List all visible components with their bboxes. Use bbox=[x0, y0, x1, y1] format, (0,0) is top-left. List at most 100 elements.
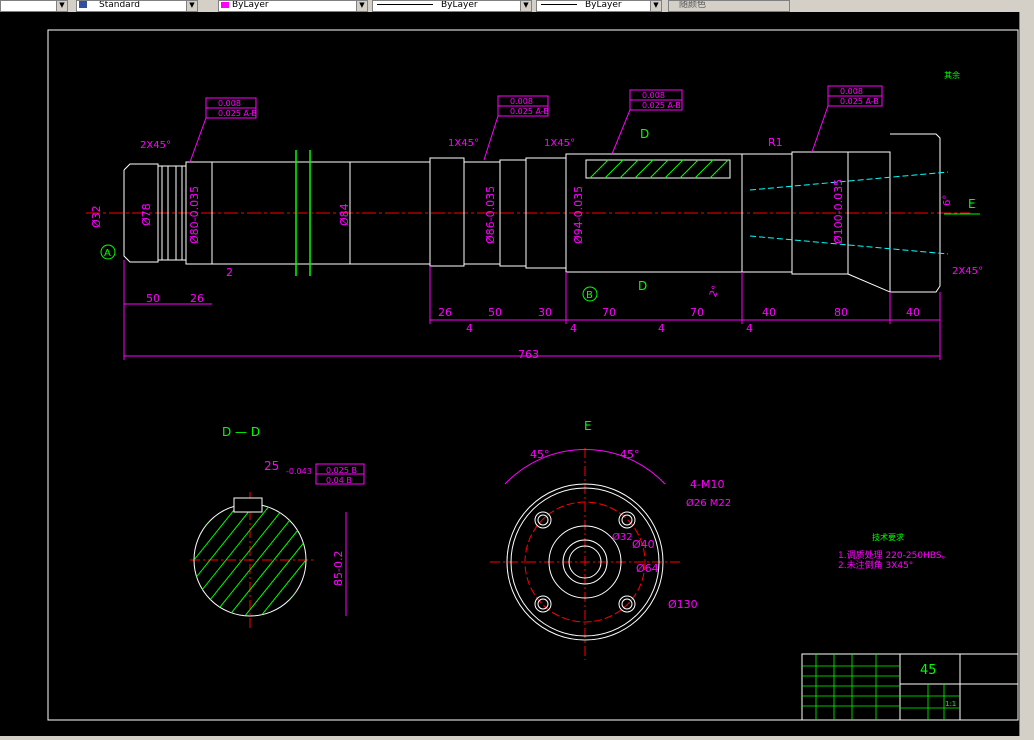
dim-80: 80 bbox=[834, 306, 848, 319]
dim-4c: 4 bbox=[658, 322, 665, 335]
dim-70a: 70 bbox=[602, 306, 616, 319]
dia-40-label: Ø40 bbox=[632, 538, 655, 551]
chevron-down-icon[interactable]: ▼ bbox=[520, 1, 531, 11]
section-title: D — D bbox=[222, 425, 260, 439]
thread-label: 4-M10 bbox=[690, 478, 724, 491]
status-bar bbox=[0, 736, 1034, 740]
dim-d80: Ø80-0.035 bbox=[188, 186, 201, 244]
key-depth: 85-0.2 bbox=[332, 551, 345, 586]
inner-border bbox=[47, 29, 1019, 721]
chamfer-label-1: 2X45° bbox=[140, 140, 171, 151]
chamfer-label-3: 1X45° bbox=[544, 138, 575, 149]
angle-45-right: 45° bbox=[620, 448, 640, 461]
key-tolerance: -0.043 bbox=[286, 467, 312, 476]
key-fcf-top: 0.025 B bbox=[326, 466, 357, 475]
dim-40b: 40 bbox=[906, 306, 920, 319]
fcf-group bbox=[189, 85, 883, 163]
textstyle-dropdown[interactable]: Standard ▼ bbox=[76, 0, 198, 12]
fcf3-top: 0.008 bbox=[642, 91, 665, 100]
chevron-down-icon[interactable]: ▼ bbox=[650, 1, 661, 11]
chamfer-label-4: 2X45° bbox=[952, 266, 983, 277]
radius-r1: R1 bbox=[768, 136, 783, 149]
plotstyle-value: 随颜色 bbox=[679, 0, 707, 10]
linetype-value: ByLayer bbox=[441, 0, 478, 10]
roughness-note: 其余 bbox=[944, 70, 960, 80]
dim-4a: 4 bbox=[466, 322, 473, 335]
horizontal-dimensions: 50 26 2 26 50 30 70 70 40 80 40 4 4 4 4 … bbox=[146, 266, 920, 361]
chevron-down-icon[interactable]: ▼ bbox=[356, 1, 367, 11]
dim-40a: 40 bbox=[762, 306, 776, 319]
view-e-marker: E bbox=[968, 197, 976, 211]
dim-30: 30 bbox=[538, 306, 552, 319]
layer-dropdown[interactable]: ByLayer ▼ bbox=[218, 0, 368, 12]
chevron-down-icon[interactable]: ▼ bbox=[56, 1, 67, 11]
horizontal-dimension-lines bbox=[123, 260, 941, 360]
section-dd-view bbox=[190, 492, 316, 630]
lineweight-sample-icon bbox=[541, 4, 577, 5]
linetype-dropdown[interactable]: ByLayer ▼ bbox=[372, 0, 532, 12]
dim-d78: Ø78 bbox=[140, 203, 153, 226]
datum-a-label: A bbox=[104, 248, 111, 259]
dim-763: 763 bbox=[518, 348, 539, 361]
key-width: 25 bbox=[264, 459, 279, 473]
dim-4d: 4 bbox=[746, 322, 753, 335]
fcf3-bottom: 0.025 A-B bbox=[642, 101, 681, 110]
drawing-border bbox=[47, 29, 1019, 721]
chevron-down-icon[interactable]: ▼ bbox=[186, 1, 197, 11]
fcf4-top: 0.008 bbox=[840, 87, 863, 96]
drawing-canvas[interactable]: Ø32 Ø78 Ø80-0.035 Ø84 Ø86-0.035 Ø94-0.03… bbox=[0, 12, 1034, 740]
section-d-bottom: D bbox=[638, 279, 647, 293]
section-d-top: D bbox=[640, 127, 649, 141]
cad-drawing: Ø32 Ø78 Ø80-0.035 Ø84 Ø86-0.035 Ø94-0.03… bbox=[47, 29, 1019, 721]
dim-26a: 26 bbox=[190, 292, 204, 305]
title-scale: 1:1 bbox=[945, 700, 956, 708]
vertical-scrollbar[interactable] bbox=[1019, 12, 1034, 736]
dim-50a: 50 bbox=[146, 292, 160, 305]
dim-26b: 26 bbox=[438, 306, 452, 319]
textstyle-value: Standard bbox=[99, 0, 140, 10]
plotstyle-dropdown[interactable]: 随颜色 bbox=[668, 0, 790, 12]
counterbore-label: Ø26 M22 bbox=[686, 497, 731, 509]
dim-4b: 4 bbox=[570, 322, 577, 335]
tech-line-1: 1.调质处理 220-250HBS。 bbox=[838, 549, 951, 561]
tech-title: 技术要求 bbox=[872, 532, 904, 542]
fcf2-top: 0.008 bbox=[510, 97, 533, 106]
textstyle-icon bbox=[79, 1, 87, 8]
lineweight-dropdown[interactable]: ByLayer ▼ bbox=[536, 0, 662, 12]
chamfer-label-2: 1X45° bbox=[448, 138, 479, 149]
dia-130-label: Ø130 bbox=[668, 598, 698, 611]
fcf1-bottom: 0.025 A-B bbox=[218, 109, 257, 118]
fcf1-top: 0.008 bbox=[218, 99, 241, 108]
chamfer-labels: 2X45° 1X45° 1X45° 2X45° bbox=[140, 138, 983, 277]
view-e-title: E bbox=[584, 419, 592, 433]
layer-value: ByLayer bbox=[232, 0, 269, 10]
dim-d32: Ø32 bbox=[90, 205, 103, 228]
dim-d94: Ø94-0.035 bbox=[572, 186, 585, 244]
dim-d86: Ø86-0.035 bbox=[484, 186, 497, 244]
view-e-flange bbox=[490, 448, 680, 660]
color-swatch bbox=[221, 1, 229, 8]
keyway-hatch bbox=[585, 159, 731, 179]
title-block bbox=[801, 653, 1019, 721]
dim-d84: Ø84 bbox=[338, 203, 351, 226]
dim-50b: 50 bbox=[488, 306, 502, 319]
vertical-dimensions: Ø32 Ø78 Ø80-0.035 Ø84 Ø86-0.035 Ø94-0.03… bbox=[90, 179, 845, 244]
lineweight-value: ByLayer bbox=[585, 0, 622, 10]
angle-45-left: 45° bbox=[530, 448, 550, 461]
dim-d100: Ø100-0.035 bbox=[832, 179, 845, 244]
key-fcf-bottom: 0.04 B bbox=[326, 476, 352, 485]
linetype-sample-icon bbox=[377, 4, 433, 5]
title-number: 45 bbox=[920, 663, 937, 678]
angle-6: 6° bbox=[942, 195, 953, 206]
dia-32-label: Ø32 bbox=[612, 531, 633, 543]
angle-2: 2° bbox=[708, 284, 722, 298]
dia-64-label: Ø64 bbox=[636, 562, 659, 575]
fcf2-bottom: 0.025 A-B bbox=[510, 107, 549, 116]
textstyle-dropdown-partial[interactable]: ▼ bbox=[0, 0, 68, 12]
dim-2: 2 bbox=[226, 266, 233, 279]
tech-line-2: 2.未注倒角 3X45° bbox=[838, 559, 913, 571]
datum-b-label: B bbox=[586, 290, 593, 301]
dim-70b: 70 bbox=[690, 306, 704, 319]
view-e-dims: 45° 45° 4-M10 Ø26 M22 Ø32 Ø40 Ø64 Ø130 bbox=[530, 448, 731, 611]
fcf4-bottom: 0.025 A-B bbox=[840, 97, 879, 106]
